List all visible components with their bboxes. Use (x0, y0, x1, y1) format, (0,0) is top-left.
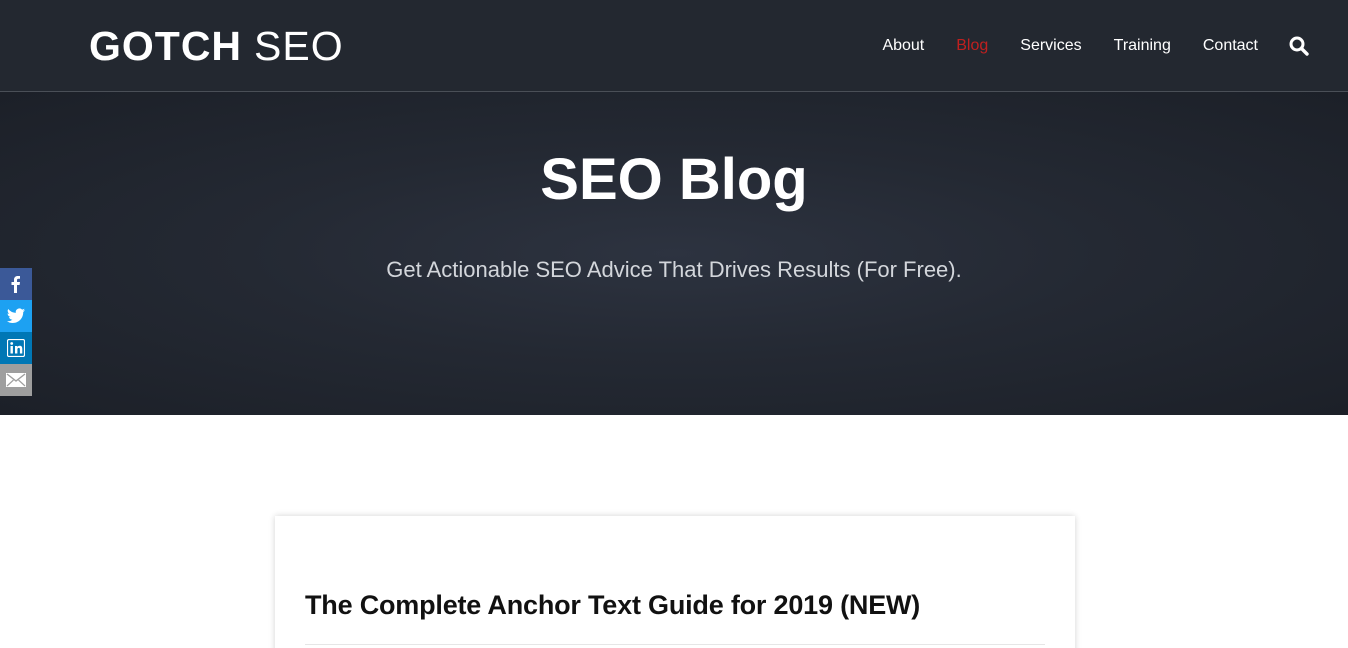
nav-item-training[interactable]: Training (1114, 34, 1171, 58)
card-divider (305, 644, 1045, 645)
nav-item-contact[interactable]: Contact (1203, 34, 1258, 58)
nav-item-blog[interactable]: Blog (956, 34, 988, 58)
post-title-link[interactable]: The Complete Anchor Text Guide for 2019 … (305, 588, 1045, 622)
post-card: The Complete Anchor Text Guide for 2019 … (275, 516, 1075, 648)
page-title: SEO Blog (540, 147, 808, 212)
linkedin-share-button[interactable] (0, 332, 32, 364)
email-share-button[interactable] (0, 364, 32, 396)
twitter-share-button[interactable] (0, 300, 32, 332)
linkedin-icon (7, 339, 25, 357)
facebook-icon (11, 276, 20, 293)
email-icon (6, 373, 26, 387)
social-share-bar (0, 268, 32, 396)
page: GOTCH SEO About Blog Services Training Co… (0, 0, 1348, 648)
search-icon[interactable] (1288, 35, 1310, 57)
logo-bold-text: GOTCH (89, 23, 243, 69)
site-logo[interactable]: GOTCH SEO (89, 20, 344, 72)
nav-item-about[interactable]: About (882, 34, 924, 58)
twitter-icon (7, 308, 25, 323)
facebook-share-button[interactable] (0, 268, 32, 300)
page-subtitle: Get Actionable SEO Advice That Drives Re… (386, 257, 962, 282)
nav-item-services[interactable]: Services (1020, 34, 1081, 58)
hero-section: SEO Blog Get Actionable SEO Advice That … (0, 92, 1348, 415)
main-nav: About Blog Services Training Contact (850, 34, 1348, 58)
logo-light-text: SEO (254, 23, 344, 69)
site-header: GOTCH SEO About Blog Services Training Co… (0, 0, 1348, 92)
